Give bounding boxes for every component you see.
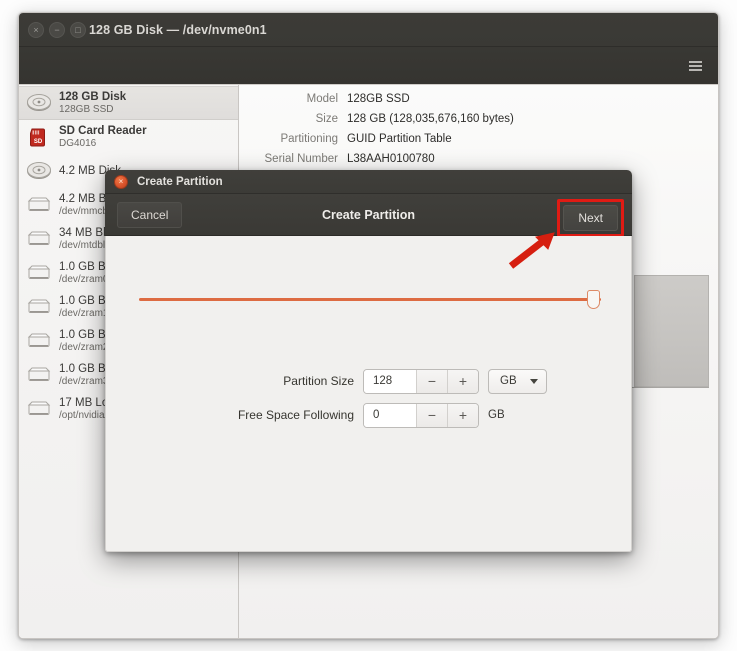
unit-value: GB [500,375,517,387]
info-label: Size [315,113,338,125]
free-space-following-row: Free Space Following 0 − + GB [106,398,631,432]
dialog-title: Create Partition [137,175,223,188]
desktop-background: × − □ 128 GB Disk — /dev/nvme0n1 128 GB … [0,0,737,651]
info-value: GUID Partition Table [347,133,452,145]
hard-disk-icon [26,160,52,182]
free-space-following-label: Free Space Following [237,408,354,422]
device-name: SD Card Reader [59,124,147,137]
partition-size-label: Partition Size [283,374,354,388]
free-space-decrement-button[interactable]: − [416,403,447,427]
info-row: Model 128GB SSD [239,93,559,113]
svg-text:SD: SD [34,139,43,145]
block-device-icon [26,228,52,250]
free-space-stepper[interactable]: 0 − + [363,402,479,428]
free-space-increment-button[interactable]: + [447,403,478,427]
block-device-icon [26,262,52,284]
drive-info-table: Model 128GB SSD Size 128 GB (128,035,676… [239,93,559,173]
block-device-icon [26,296,52,318]
chevron-down-icon [529,378,538,384]
dialog-titlebar: × Create Partition [105,170,632,194]
partition-size-stepper[interactable]: 128 − + [363,368,479,394]
partition-size-row: Partition Size 128 − + GB [106,364,631,398]
info-value: 128 GB (128,035,676,160 bytes) [347,113,514,125]
info-label: Model [306,93,338,105]
hard-disk-icon [26,92,52,114]
device-name: 128 GB Disk [59,90,127,103]
create-partition-dialog: × Create Partition Cancel Create Partiti… [105,170,632,552]
dialog-headerbar: Cancel Create Partition Next [105,194,632,237]
info-row: Size 128 GB (128,035,676,160 bytes) [239,113,559,133]
next-button[interactable]: Next [563,205,618,231]
device-subtitle: DG4016 [59,137,97,149]
slider-track[interactable] [139,298,601,301]
next-button-highlight: Next [557,199,624,237]
partition-size-unit-dropdown[interactable]: GB [488,368,547,394]
sidebar-item-128gb-disk[interactable]: 128 GB Disk 128GB SSD [19,86,238,120]
block-device-icon [26,364,52,386]
maximize-icon[interactable]: □ [70,22,86,38]
partition-size-decrement-button[interactable]: − [416,369,447,393]
free-space-input[interactable]: 0 [364,403,416,427]
cancel-button[interactable]: Cancel [117,201,183,228]
slider-handle[interactable] [587,290,600,309]
partition-size-slider[interactable] [139,288,601,310]
dialog-heading: Create Partition [321,207,416,222]
block-device-icon [26,194,52,216]
device-subtitle: 128GB SSD [59,103,114,115]
partition-size-increment-button[interactable]: + [447,369,478,393]
partition-size-input[interactable]: 128 [364,369,416,393]
window-title: 128 GB Disk — /dev/nvme0n1 [89,23,267,37]
sd-card-icon: SD [26,126,52,148]
dialog-body: Partition Size 128 − + GB Free Space Fol… [105,236,632,552]
hamburger-menu-icon[interactable] [682,54,708,78]
info-row: Partitioning GUID Partition Table [239,133,559,153]
block-device-icon [26,398,52,420]
close-icon[interactable]: × [28,22,44,38]
info-value: 128GB SSD [347,93,410,105]
window-titlebar: × − □ 128 GB Disk — /dev/nvme0n1 [19,13,718,47]
block-device-icon [26,330,52,352]
window-toolbar [19,47,718,85]
dialog-form: Partition Size 128 − + GB Free Space Fol… [106,364,631,432]
info-value: L38AAH0100780 [347,153,435,165]
window-control-buttons: × − □ [28,22,86,38]
partition-volume-block[interactable] [634,275,709,387]
info-label: Partitioning [280,133,338,145]
info-label: Serial Number [264,153,339,165]
sidebar-item-sd-card-reader[interactable]: SD SD Card Reader DG4016 [19,120,238,154]
free-space-unit-label: GB [488,409,505,421]
close-icon[interactable]: × [114,174,128,189]
minimize-icon[interactable]: − [49,22,65,38]
